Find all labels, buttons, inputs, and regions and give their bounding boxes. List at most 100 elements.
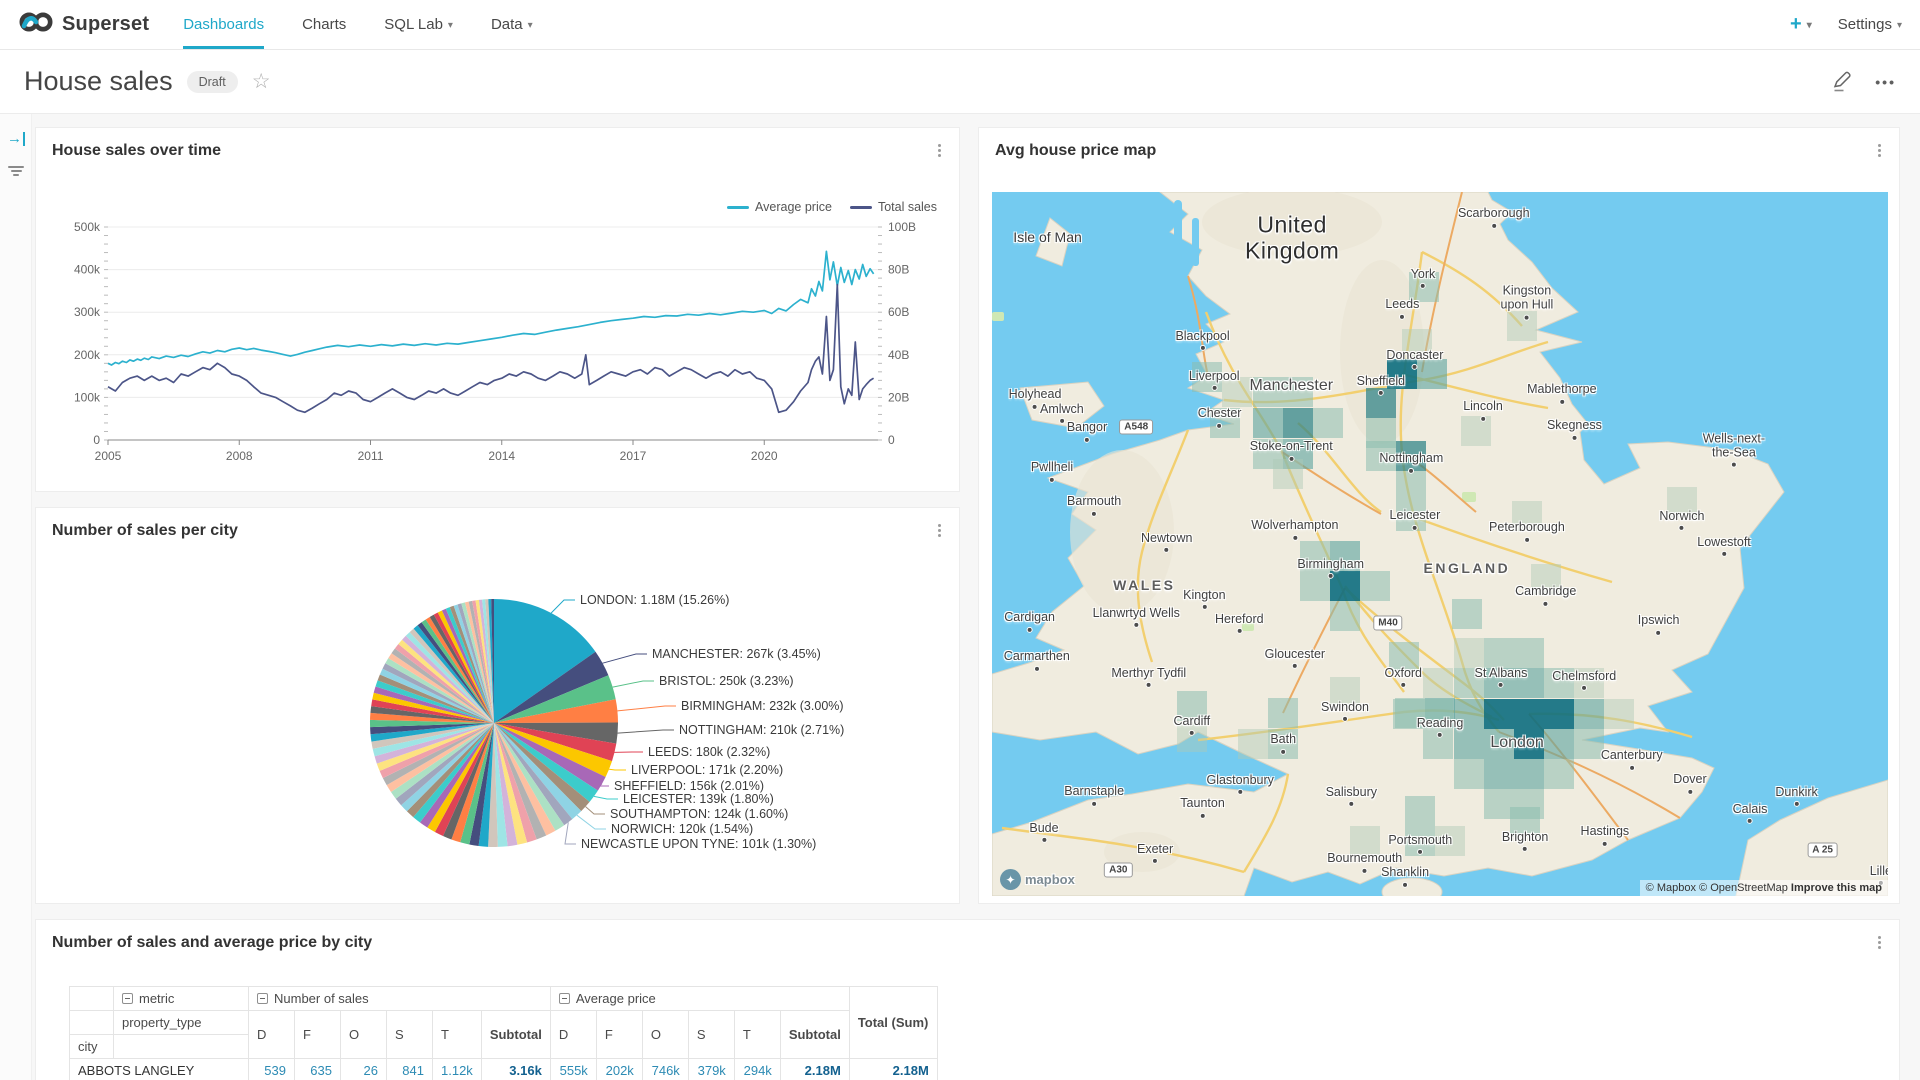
- choropleth-cell: [1454, 759, 1484, 789]
- chart-title: Number of sales and average price by cit…: [52, 934, 372, 952]
- col-header-S[interactable]: S: [387, 1011, 433, 1059]
- nav-item-dashboards[interactable]: Dashboards: [183, 0, 264, 49]
- pie-label: SHEFFIELD: 156k (2.01%): [614, 779, 764, 793]
- choropleth-cell: [1544, 668, 1574, 698]
- choropleth-cell: [1330, 571, 1360, 601]
- road-shield: A 25: [1807, 843, 1838, 858]
- choropleth-cell: [1507, 311, 1537, 341]
- superset-brand[interactable]: Superset: [18, 0, 149, 49]
- svg-text:0: 0: [888, 433, 895, 447]
- choropleth-cell: [1360, 571, 1390, 601]
- choropleth-cell: [1435, 826, 1465, 856]
- col-header-F[interactable]: F: [596, 1011, 642, 1059]
- choropleth-cell: [1313, 408, 1343, 438]
- metric-header: metric: [114, 987, 249, 1011]
- col-header-D[interactable]: D: [550, 1011, 596, 1059]
- collapse-group-icon[interactable]: [257, 993, 268, 1004]
- timeseries-chart[interactable]: 00100k20B200k40B300k60B400k80B500k100B20…: [36, 190, 961, 485]
- choropleth-cell: [1544, 729, 1574, 759]
- svg-text:400k: 400k: [74, 263, 101, 277]
- svg-text:200k: 200k: [74, 348, 101, 362]
- nav-item-sql-lab[interactable]: SQL Lab: [384, 0, 453, 49]
- legend-item-average-price[interactable]: Average price: [727, 200, 832, 214]
- status-badge: Draft: [187, 71, 238, 93]
- dashboard-body: → House sales over time Average price To…: [0, 114, 1920, 1080]
- col-header-Subtotal[interactable]: Subtotal: [780, 1011, 849, 1059]
- choropleth-cell: [1396, 441, 1426, 471]
- chart-menu-kebab-icon[interactable]: [1874, 142, 1885, 159]
- cell-value: 294k: [734, 1059, 780, 1080]
- cell-value: 202k: [596, 1059, 642, 1080]
- choropleth-cell: [1454, 668, 1484, 698]
- col-header-T[interactable]: T: [734, 1011, 780, 1059]
- favorite-star-icon[interactable]: ☆: [252, 69, 271, 94]
- map-attribution: © Mapbox © OpenStreetMap Improve this ma…: [1640, 880, 1888, 896]
- cell-value: 379k: [688, 1059, 734, 1080]
- chart-menu-kebab-icon[interactable]: [934, 522, 945, 539]
- choropleth-cell: [1350, 826, 1380, 856]
- choropleth-cell: [1268, 698, 1298, 728]
- mapbox-map[interactable]: United KingdomIsle of ManENGLANDWALESLon…: [992, 192, 1888, 896]
- svg-text:300k: 300k: [74, 305, 101, 319]
- choropleth-cell: [1330, 601, 1360, 631]
- col-header-O[interactable]: O: [642, 1011, 688, 1059]
- dashboard-more-icon[interactable]: •••: [1875, 74, 1896, 90]
- col-header-Subtotal[interactable]: Subtotal: [481, 1011, 550, 1059]
- legend-swatch: [850, 206, 872, 209]
- col-header-T[interactable]: T: [433, 1011, 482, 1059]
- choropleth-cell: [1393, 699, 1423, 729]
- mapbox-attribution-link[interactable]: © Mapbox: [1646, 882, 1696, 894]
- choropleth-cell: [1667, 487, 1697, 517]
- choropleth-cell: [1409, 272, 1439, 302]
- collapse-metric-icon[interactable]: [122, 993, 133, 1004]
- svg-text:80B: 80B: [888, 263, 909, 277]
- map-base-layer: [992, 192, 1888, 896]
- choropleth-cell: [1514, 699, 1544, 729]
- filter-icon[interactable]: [0, 158, 32, 184]
- chart-menu-kebab-icon[interactable]: [934, 142, 945, 159]
- choropleth-cell: [1454, 699, 1484, 729]
- choropleth-cell: [1387, 359, 1417, 389]
- improve-map-link[interactable]: Improve this map: [1791, 882, 1882, 894]
- row-city-label: ABBOTS LANGLEY: [70, 1059, 249, 1080]
- col-header-S[interactable]: S: [688, 1011, 734, 1059]
- nav-item-data[interactable]: Data: [491, 0, 533, 49]
- choropleth-cell: [1366, 388, 1396, 418]
- col-header-O[interactable]: O: [341, 1011, 387, 1059]
- expand-filter-bar-icon[interactable]: →: [0, 126, 32, 152]
- col-header-F[interactable]: F: [295, 1011, 341, 1059]
- choropleth-cell: [1454, 729, 1484, 759]
- settings-menu[interactable]: Settings: [1838, 16, 1902, 33]
- choropleth-cell: [1510, 807, 1540, 837]
- choropleth-cell: [1417, 359, 1447, 389]
- mapbox-logo[interactable]: ✦ mapbox: [1000, 869, 1075, 890]
- choropleth-cell: [1423, 668, 1453, 698]
- road-shield: A30: [1104, 862, 1132, 877]
- nav-item-charts[interactable]: Charts: [302, 0, 346, 49]
- osm-attribution-link[interactable]: © OpenStreetMap: [1699, 882, 1788, 894]
- pie-chart[interactable]: LONDON: 1.18M (15.26%)MANCHESTER: 267k (…: [36, 508, 961, 905]
- blank-cell: [114, 1035, 249, 1059]
- filter-bar-collapsed: →: [0, 114, 32, 1080]
- chart-menu-kebab-icon[interactable]: [1874, 934, 1885, 951]
- svg-text:40B: 40B: [888, 348, 909, 362]
- main-nav: Dashboards Charts SQL Lab Data: [183, 0, 532, 49]
- edit-pencil-icon[interactable]: [1831, 71, 1853, 93]
- svg-text:100B: 100B: [888, 220, 916, 234]
- choropleth-cell: [1330, 541, 1360, 571]
- col-header-D[interactable]: D: [249, 1011, 295, 1059]
- cell-value: 26: [341, 1059, 387, 1080]
- choropleth-cell: [1544, 699, 1574, 729]
- choropleth-cell: [1253, 408, 1283, 438]
- collapse-group-icon[interactable]: [559, 993, 570, 1004]
- pie-label: NOTTINGHAM: 210k (2.71%): [679, 723, 844, 737]
- choropleth-cell: [1512, 501, 1542, 531]
- legend-item-total-sales[interactable]: Total sales: [850, 200, 937, 214]
- chart-title: Number of sales per city: [52, 522, 238, 540]
- new-item-button[interactable]: +: [1790, 13, 1812, 36]
- choropleth-cell: [1268, 729, 1298, 759]
- pie-label: NORWICH: 120k (1.54%): [611, 822, 753, 836]
- choropleth-cell: [1253, 377, 1283, 407]
- choropleth-cell: [1300, 571, 1330, 601]
- choropleth-cell: [1238, 729, 1268, 759]
